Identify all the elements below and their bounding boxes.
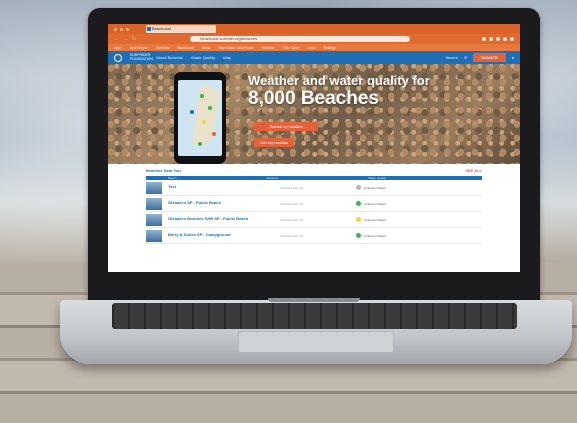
- forward-icon[interactable]: →: [123, 36, 128, 42]
- search-icon[interactable]: ⚲: [464, 55, 467, 60]
- map-pin-icon: [212, 132, 216, 136]
- nav-link-map[interactable]: Map: [223, 55, 231, 60]
- beach-name[interactable]: Test: [168, 185, 280, 190]
- browser-tab-strip: Beachcast: [108, 24, 520, 34]
- map-land: [191, 84, 221, 148]
- address-bar-row: ← → ↻ beachcast.surfrider.org/beaches: [108, 34, 520, 44]
- site-navbar: SURFRIDER FOUNDATION About Beaches Water…: [108, 51, 520, 64]
- beach-location: Crescent City, CA: [280, 217, 304, 222]
- map-pin-icon: [208, 106, 212, 110]
- nav-link-about[interactable]: About Beaches: [156, 55, 183, 60]
- bookmark-item[interactable]: Local: [307, 46, 315, 50]
- beach-location: Crescent City, CA: [280, 185, 304, 190]
- laptop-trackpad: [238, 331, 394, 353]
- status-text: Unknown Status: [364, 233, 386, 238]
- phone-mockup: [174, 72, 226, 164]
- favicon-icon: [147, 27, 151, 31]
- bookmark-item[interactable]: Beachcast: [177, 46, 193, 50]
- status-dot-icon: [356, 201, 361, 206]
- reload-icon[interactable]: ↻: [132, 36, 136, 42]
- browser-tab-title: Beachcast: [152, 26, 171, 31]
- status-text: Unknown Status: [364, 201, 386, 206]
- table-row[interactable]: Berry & Dunes SP - Campground Crescent C…: [146, 228, 482, 244]
- status-dot-icon: [356, 217, 361, 222]
- status-text: Unknown Status: [364, 185, 386, 190]
- bookmark-item[interactable]: Weather: [262, 46, 275, 50]
- window-minimize-icon[interactable]: [120, 27, 123, 31]
- column-header: Water Quality: [368, 176, 387, 180]
- table-row[interactable]: Gleadsen Beaches SHB SP - Public Beach C…: [146, 212, 482, 228]
- extension-icon[interactable]: [489, 37, 493, 41]
- map-pin-icon: [200, 94, 204, 98]
- search-location-button[interactable]: Search by location: [254, 122, 318, 131]
- hero-heading: Weather and water quality for 8,000 Beac…: [248, 74, 430, 110]
- status-dot-icon: [356, 185, 361, 190]
- status-text: Unknown Status: [364, 217, 386, 222]
- section-header: Beaches Near You SEE ALL: [146, 168, 482, 174]
- table-row[interactable]: Test Crescent City, CA Unknown Status: [146, 180, 482, 196]
- account-icon[interactable]: ●: [512, 55, 514, 60]
- beach-thumbnail: [146, 181, 162, 194]
- beach-thumbnail: [146, 229, 162, 242]
- browser-tab[interactable]: Beachcast: [146, 25, 216, 33]
- beach-thumbnail: [146, 197, 162, 210]
- table-row[interactable]: Gleadsen SP - Public Beach Crescent City…: [146, 196, 482, 212]
- donate-button[interactable]: DONATE: [472, 53, 506, 62]
- use-location-button[interactable]: Use my location: [254, 138, 294, 147]
- beach-location: Crescent City, CA: [280, 233, 304, 238]
- beach-name[interactable]: Gleadsen SP - Public Beach: [168, 201, 280, 206]
- extension-icon[interactable]: [503, 37, 507, 41]
- beach-name[interactable]: Gleadsen Beaches SHB SP - Public Beach: [168, 217, 280, 222]
- menu-icon[interactable]: [510, 37, 514, 41]
- search-link[interactable]: Search: [445, 55, 458, 60]
- status-badge: Unknown Status: [356, 233, 386, 238]
- extension-icon[interactable]: [482, 37, 486, 41]
- map-pin-icon: [198, 142, 202, 146]
- window-maximize-icon[interactable]: [126, 27, 129, 31]
- beaches-near-you-section: Beaches Near You SEE ALL Beach Distance …: [108, 164, 520, 244]
- nav-right: Search ⚲ DONATE ●: [445, 53, 514, 62]
- section-title: Beaches Near You: [146, 168, 181, 173]
- status-badge: Unknown Status: [356, 185, 386, 190]
- bookmarks-bar: Apps Surf Report Surfrider Beachcast New…: [108, 44, 520, 51]
- hero-banner: Weather and water quality for 8,000 Beac…: [108, 64, 520, 164]
- map-pin-icon: [202, 120, 206, 124]
- column-header: Distance: [266, 176, 279, 180]
- phone-map: [178, 80, 222, 156]
- beach-thumbnail: [146, 213, 162, 226]
- extensions-area: [482, 37, 514, 41]
- bookmark-item[interactable]: News: [202, 46, 211, 50]
- back-icon[interactable]: ←: [114, 36, 119, 42]
- beach-name[interactable]: Berry & Dunes SP - Campground: [168, 233, 280, 238]
- status-dot-icon: [356, 233, 361, 238]
- bookmark-item[interactable]: Apps: [114, 46, 122, 50]
- see-all-link[interactable]: SEE ALL: [465, 168, 482, 174]
- site-logo-text[interactable]: SURFRIDER FOUNDATION: [130, 53, 153, 61]
- column-header: Beach: [168, 176, 177, 180]
- bookmark-item[interactable]: Settings: [323, 46, 336, 50]
- surfrider-logo-icon[interactable]: [114, 53, 122, 62]
- laptop-screen: Beachcast ← → ↻ beachcast.surfrider.org/…: [108, 24, 520, 272]
- beach-location: Crescent City, CA: [280, 201, 304, 206]
- bookmark-item[interactable]: Blue Water Task Force: [218, 46, 253, 50]
- hero-heading-line2: 8,000 Beaches: [248, 88, 379, 109]
- bookmark-item[interactable]: Tide Chart: [283, 46, 299, 50]
- laptop-keyboard: [112, 303, 517, 329]
- map-pin-icon: [190, 110, 194, 114]
- hero-heading-line1: Weather and water quality for: [248, 73, 430, 88]
- bookmark-item[interactable]: Surfrider: [156, 46, 169, 50]
- laptop-hinge: [268, 298, 360, 302]
- nav-link-water-quality[interactable]: Water Quality: [191, 55, 215, 60]
- status-badge: Unknown Status: [356, 217, 386, 222]
- address-bar[interactable]: beachcast.surfrider.org/beaches: [190, 36, 411, 42]
- bookmark-item[interactable]: Surf Report: [130, 46, 148, 50]
- status-badge: Unknown Status: [356, 201, 386, 206]
- window-close-icon[interactable]: [114, 27, 117, 31]
- extension-icon[interactable]: [496, 37, 500, 41]
